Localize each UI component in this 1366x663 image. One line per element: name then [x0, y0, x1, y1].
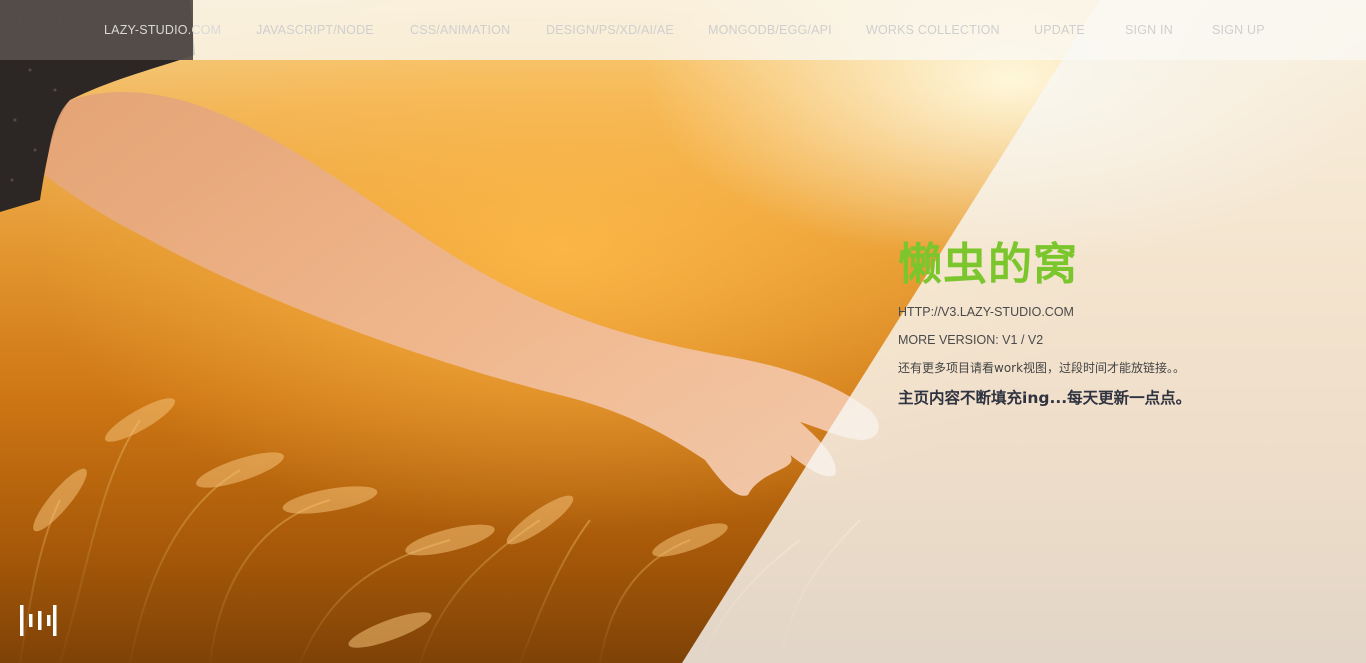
- version-links[interactable]: MORE VERSION: V1 / V2: [898, 332, 1318, 348]
- hero-content: 懒虫的窝 HTTP://V3.LAZY-STUDIO.COM MORE VERS…: [898, 238, 1318, 406]
- bars-logo-icon[interactable]: [19, 603, 59, 637]
- nav-item-works-collection[interactable]: WORKS COLLECTION: [866, 23, 1000, 37]
- nav-item-design[interactable]: DESIGN/PS/XD/AI/AE: [546, 23, 674, 37]
- nav-item-sign-in[interactable]: SIGN IN: [1125, 23, 1173, 37]
- nav-item-css-animation[interactable]: CSS/ANIMATION: [410, 23, 510, 37]
- site-title: 懒虫的窝: [898, 239, 1078, 290]
- nav-item-home[interactable]: LAZY-STUDIO.COM: [104, 23, 221, 37]
- nav-item-sign-up[interactable]: SIGN UP: [1212, 23, 1265, 37]
- nav-menu: LAZY-STUDIO.COM JAVASCRIPT/NODE CSS/ANIM…: [0, 0, 1366, 60]
- top-nav: LAZY-STUDIO.COM JAVASCRIPT/NODE CSS/ANIM…: [0, 0, 1366, 60]
- update-tagline: 主页内容不断填充ing...每天更新一点点。: [898, 389, 1192, 407]
- nav-item-javascript-node[interactable]: JAVASCRIPT/NODE: [256, 23, 374, 37]
- nav-item-update[interactable]: UPDATE: [1034, 23, 1085, 37]
- work-view-note: 还有更多项目请看work视图，过段时间才能放链接。。: [898, 361, 1186, 375]
- nav-item-mongodb-egg-api[interactable]: MONGODB/EGG/API: [708, 23, 832, 37]
- hero-background: LAZY-STUDIO.COM JAVASCRIPT/NODE CSS/ANIM…: [0, 0, 1366, 663]
- site-url-link[interactable]: HTTP://V3.LAZY-STUDIO.COM: [898, 304, 1318, 320]
- bars-logo-graphic: [20, 605, 57, 636]
